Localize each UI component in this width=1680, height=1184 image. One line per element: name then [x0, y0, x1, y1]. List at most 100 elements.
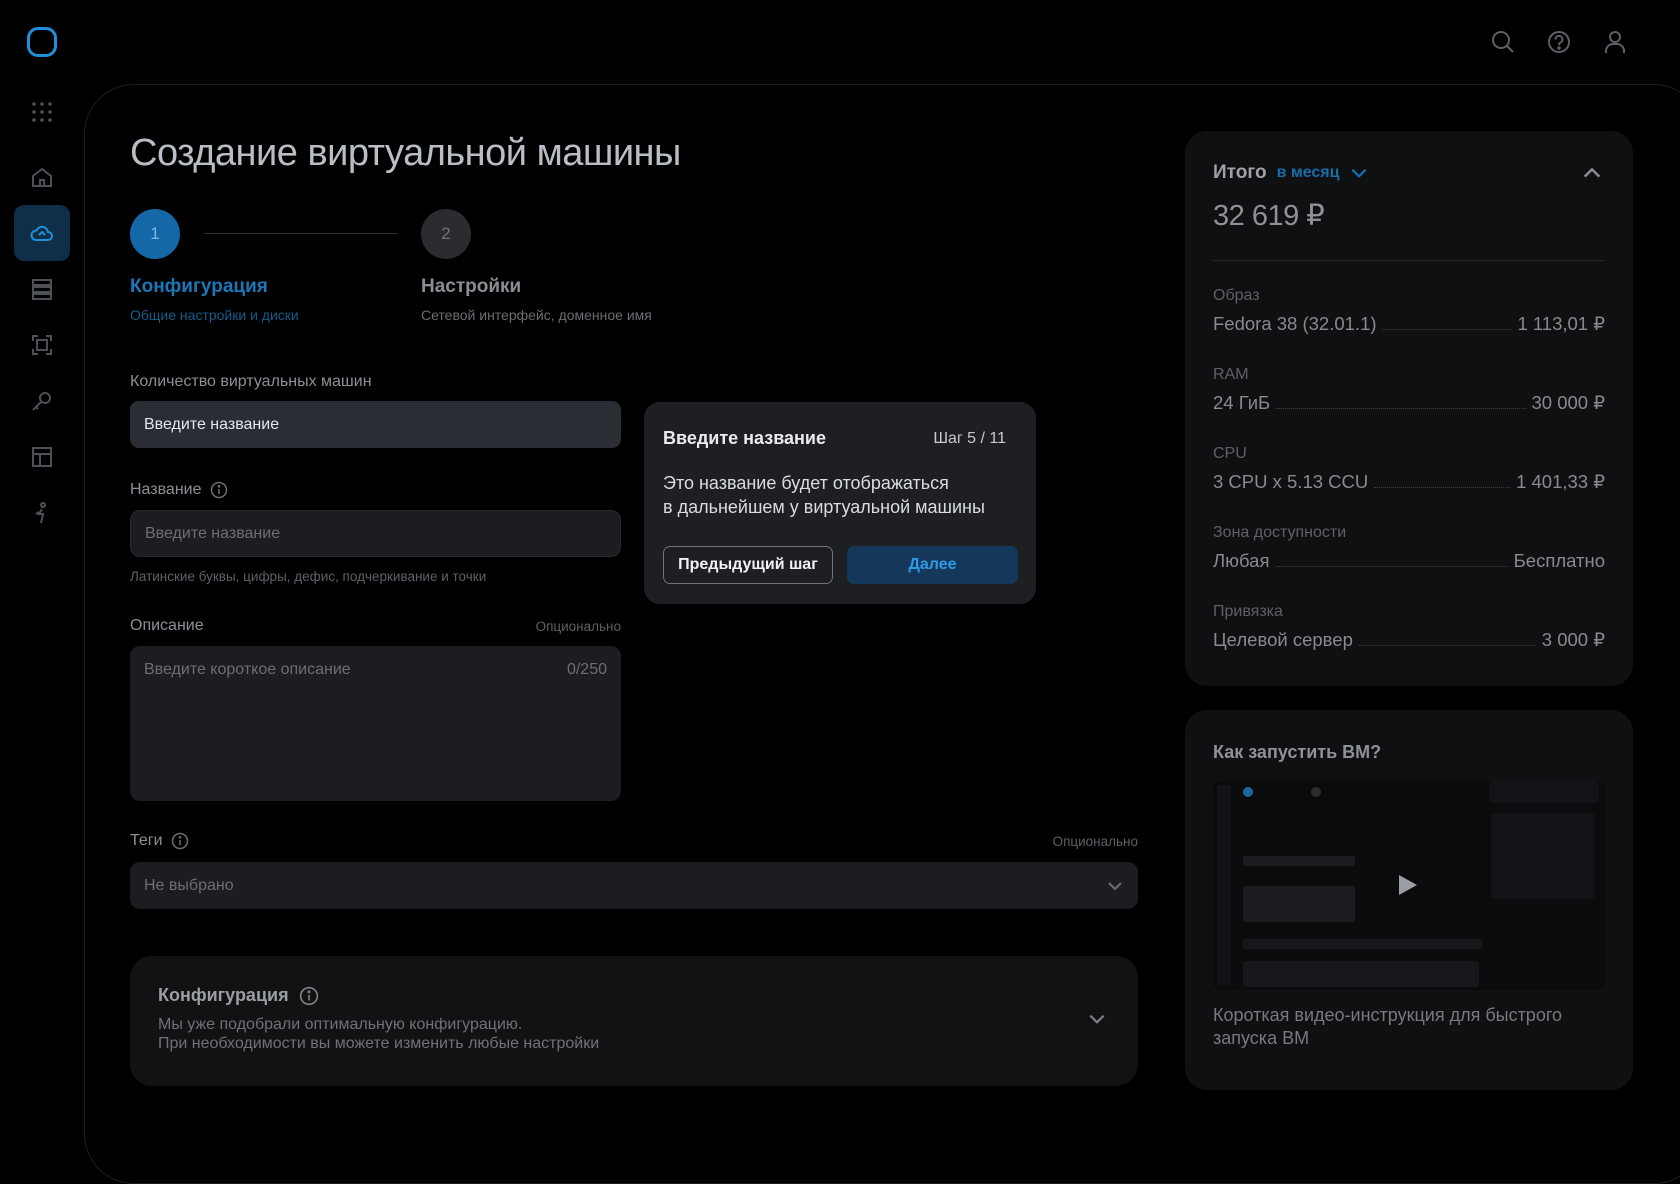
- app-logo[interactable]: [27, 27, 57, 57]
- summary-row-values: Целевой сервер 3 000 ₽: [1213, 629, 1605, 651]
- help-icon[interactable]: [1544, 27, 1574, 57]
- period-selector[interactable]: в месяц: [1277, 164, 1340, 182]
- summary-row: Зона доступности Любая Бесплатно: [1213, 524, 1605, 572]
- name-placeholder: Введите название: [145, 524, 281, 542]
- leader-dots: [1374, 487, 1511, 488]
- summary-row-values: Fedora 38 (32.01.1) 1 113,01 ₽: [1213, 313, 1605, 335]
- leader-dots: [1358, 645, 1536, 646]
- tooltip-step-counter: Шаг 5 / 11: [933, 430, 1006, 447]
- tooltip-body-line-2: в дальнейшем у виртуальной машины: [663, 497, 985, 517]
- description-optional: Опционально: [535, 619, 621, 634]
- summary-title: Итого: [1213, 162, 1267, 183]
- home-icon[interactable]: [28, 163, 56, 191]
- tags-label-row: Теги: [130, 832, 189, 850]
- summary-row-name: 24 ГиБ: [1213, 392, 1271, 413]
- info-icon[interactable]: [171, 832, 189, 850]
- summary-row-price: 1 401,33 ₽: [1516, 471, 1605, 492]
- summary-row-price: Бесплатно: [1513, 550, 1605, 571]
- summary-row-name: Целевой сервер: [1213, 629, 1353, 650]
- description-counter: 0/250: [566, 661, 607, 678]
- thumb-field: [1243, 856, 1355, 866]
- chevron-down-icon[interactable]: [1349, 163, 1369, 183]
- info-icon[interactable]: [299, 986, 319, 1006]
- tooltip-body-line-1: Это название будет отображаться: [663, 473, 949, 493]
- summary-row-name: Fedora 38 (32.01.1): [1213, 313, 1377, 334]
- leader-dots: [1275, 566, 1508, 567]
- vm-count-field[interactable]: Введите название: [130, 401, 621, 448]
- thumb-sidebar: [1217, 785, 1231, 985]
- name-hint: Латинские буквы, цифры, дефис, подчеркив…: [130, 569, 487, 584]
- user-icon[interactable]: [1600, 27, 1630, 57]
- step-2-circle[interactable]: 2: [421, 209, 471, 259]
- name-label-row: Название: [130, 481, 228, 499]
- thumb-panel: [1491, 813, 1595, 899]
- leader-dots: [1382, 329, 1512, 330]
- chevron-down-icon[interactable]: [1087, 1009, 1107, 1029]
- search-icon[interactable]: [1488, 27, 1518, 57]
- thumb-field: [1243, 886, 1355, 922]
- vm-count-label: Количество виртуальных машин: [130, 373, 372, 390]
- summary-row-values: 3 CPU x 5.13 CCU 1 401,33 ₽: [1213, 471, 1605, 493]
- summary-row: CPU 3 CPU x 5.13 CCU 1 401,33 ₽: [1213, 445, 1605, 493]
- step-1-circle[interactable]: 1: [130, 209, 180, 259]
- leader-dots: [1276, 408, 1526, 409]
- step-connector: [204, 233, 398, 234]
- layout-icon[interactable]: [28, 443, 56, 471]
- step-2-title[interactable]: Настройки: [421, 276, 521, 298]
- next-button[interactable]: Далее: [847, 546, 1018, 584]
- config-title: Конфигурация: [158, 985, 289, 1005]
- chevron-up-icon[interactable]: [1581, 162, 1603, 184]
- play-icon[interactable]: [1397, 873, 1419, 897]
- howto-caption-line-2: запуска ВМ: [1213, 1028, 1310, 1048]
- person-icon[interactable]: [28, 499, 56, 527]
- info-icon[interactable]: [210, 481, 228, 499]
- thumb-field: [1243, 939, 1483, 949]
- thumb-field: [1243, 961, 1479, 987]
- step-2-subtitle: Сетевой интерфейс, доменное имя: [421, 307, 652, 323]
- description-label: Описание: [130, 617, 204, 634]
- description-placeholder: Введите короткое описание: [144, 661, 351, 678]
- tags-label: Теги: [130, 832, 163, 849]
- summary-row: Образ Fedora 38 (32.01.1) 1 113,01 ₽: [1213, 287, 1605, 335]
- summary-total: 32 619 ₽: [1213, 200, 1325, 232]
- step-2-number: 2: [441, 224, 451, 243]
- summary-row-name: 3 CPU x 5.13 CCU: [1213, 471, 1369, 492]
- tags-optional: Опционально: [1052, 834, 1138, 849]
- summary-header: Итого в месяц: [1213, 162, 1369, 184]
- thumb-step: [1311, 787, 1321, 797]
- storage-icon[interactable]: [28, 275, 56, 303]
- step-1-title[interactable]: Конфигурация: [130, 276, 268, 298]
- step-1-subtitle: Общие настройки и диски: [130, 307, 299, 323]
- description-textarea[interactable]: Введите короткое описание 0/250: [130, 646, 621, 801]
- vm-count-value: Введите название: [144, 415, 280, 433]
- apps-grid-icon[interactable]: [28, 98, 56, 126]
- previous-step-button[interactable]: Предыдущий шаг: [663, 546, 833, 584]
- summary-row: RAM 24 ГиБ 30 000 ₽: [1213, 366, 1605, 414]
- summary-row-label: CPU: [1213, 445, 1247, 462]
- page-title: Создание виртуальной машины: [130, 132, 681, 174]
- key-icon[interactable]: [28, 387, 56, 415]
- thumb-panel: [1489, 781, 1599, 803]
- summary-row-name: Любая: [1213, 550, 1270, 571]
- summary-row-price: 30 000 ₽: [1531, 392, 1606, 413]
- summary-row-price: 3 000 ₽: [1541, 629, 1605, 650]
- summary-row-values: 24 ГиБ 30 000 ₽: [1213, 392, 1605, 414]
- step-1-number: 1: [150, 224, 160, 243]
- summary-row-price: 1 113,01 ₽: [1517, 313, 1605, 334]
- summary-divider: [1213, 260, 1605, 261]
- config-line-1: Мы уже подобрали оптимальную конфигураци…: [158, 1016, 523, 1033]
- frame-icon[interactable]: [28, 331, 56, 359]
- summary-row: Привязка Целевой сервер 3 000 ₽: [1213, 603, 1605, 651]
- summary-row-label: Зона доступности: [1213, 524, 1347, 541]
- onboarding-tooltip: Введите название Шаг 5 / 11 Это название…: [644, 402, 1036, 604]
- name-input[interactable]: Введите название: [130, 510, 621, 557]
- howto-title: Как запустить ВМ?: [1213, 742, 1382, 762]
- tooltip-body: Это название будет отображаться в дальне…: [663, 471, 1017, 519]
- summary-row-values: Любая Бесплатно: [1213, 550, 1605, 572]
- config-title-row: Конфигурация: [158, 985, 319, 1006]
- tags-select[interactable]: Не выбрано: [130, 862, 1138, 909]
- thumb-step: [1243, 787, 1253, 797]
- video-thumbnail[interactable]: [1213, 781, 1605, 990]
- cloud-icon[interactable]: [28, 219, 56, 247]
- chevron-down-icon: [1106, 877, 1124, 895]
